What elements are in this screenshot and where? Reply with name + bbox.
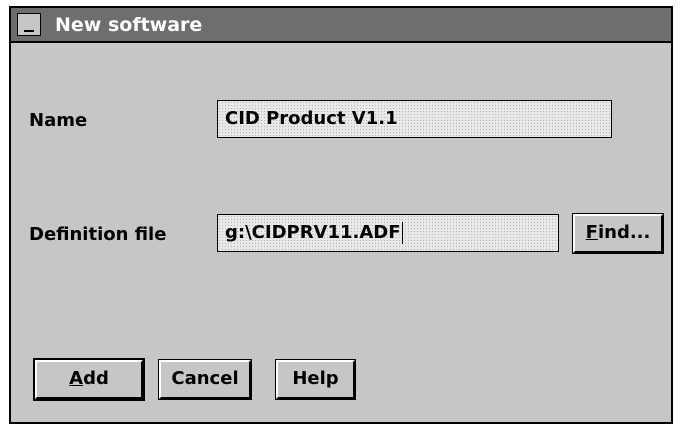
definition-file-field[interactable]: g:\CIDPRV11.ADF bbox=[217, 214, 559, 252]
system-menu-icon[interactable] bbox=[17, 13, 41, 36]
name-field[interactable]: CID Product V1.1 bbox=[217, 100, 612, 138]
find-mnemonic: F bbox=[585, 222, 598, 243]
text-cursor bbox=[401, 222, 403, 244]
cancel-button[interactable]: Cancel bbox=[158, 359, 252, 400]
name-label: Name bbox=[29, 110, 88, 131]
window-title: New software bbox=[55, 14, 203, 36]
find-label: ind... bbox=[597, 222, 651, 243]
help-button[interactable]: Help bbox=[275, 359, 356, 400]
title-bar: New software bbox=[11, 8, 671, 43]
find-button[interactable]: Find... bbox=[572, 213, 664, 254]
new-software-dialog: New software Name CID Product V1.1 Defin… bbox=[9, 6, 673, 424]
definition-file-value: g:\CIDPRV11.ADF bbox=[225, 222, 401, 243]
definition-file-label: Definition file bbox=[29, 224, 167, 245]
add-label: dd bbox=[83, 368, 109, 389]
add-mnemonic: A bbox=[69, 368, 84, 389]
name-field-value: CID Product V1.1 bbox=[225, 108, 398, 129]
add-button[interactable]: Add bbox=[33, 358, 145, 401]
